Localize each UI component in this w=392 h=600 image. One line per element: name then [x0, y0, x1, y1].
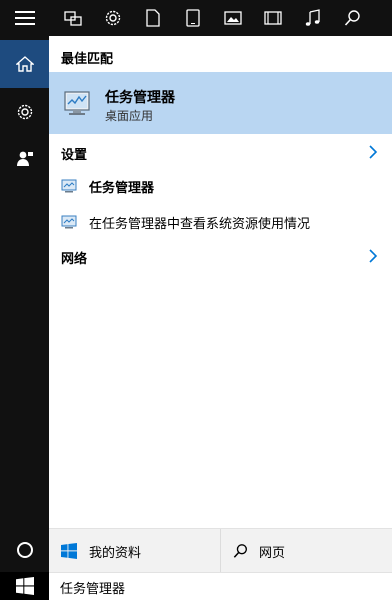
filter-music[interactable]	[293, 0, 333, 36]
filter-photos[interactable]	[213, 0, 253, 36]
settings-item-view-resources[interactable]: 在任务管理器中查看系统资源使用情况	[49, 204, 392, 240]
web-label: 网页	[259, 545, 286, 561]
left-rail	[0, 0, 49, 600]
chevron-right-icon[interactable]	[368, 249, 378, 263]
cortana-icon	[16, 542, 33, 558]
settings-heading: 设置	[61, 148, 88, 163]
my-stuff-label: 我的资料	[89, 545, 142, 561]
settings-item-label: 在任务管理器中查看系统资源使用情况	[89, 217, 311, 232]
filter-web[interactable]	[333, 0, 373, 36]
hamburger-icon	[14, 11, 35, 25]
bottom-bar: 我的资料 网页	[49, 528, 392, 573]
my-stuff-button[interactable]: 我的资料	[49, 529, 221, 573]
chevron-right-icon[interactable]	[368, 145, 378, 159]
filter-settings[interactable]	[93, 0, 133, 36]
video-icon	[264, 11, 282, 25]
search-box	[49, 572, 392, 600]
document-icon	[146, 9, 160, 27]
filter-folders[interactable]	[173, 0, 213, 36]
settings-item-label: 任务管理器	[89, 181, 155, 196]
windows-logo-icon	[15, 577, 34, 595]
web-search-button[interactable]: 网页	[221, 529, 392, 573]
best-match-item[interactable]: 任务管理器 桌面应用	[49, 72, 392, 134]
photo-icon	[224, 11, 242, 25]
task-manager-icon	[64, 91, 90, 115]
settings-item-task-manager[interactable]: 任务管理器	[49, 168, 392, 204]
best-match-subtitle: 桌面应用	[105, 109, 154, 123]
search-input[interactable]	[49, 573, 392, 600]
monitor-icon	[61, 215, 77, 229]
tablet-icon	[186, 9, 200, 27]
filter-apps[interactable]	[53, 0, 93, 36]
gear-icon	[17, 104, 32, 120]
menu-button[interactable]	[0, 0, 49, 36]
home-button[interactable]	[0, 40, 49, 88]
search-icon	[344, 10, 360, 26]
results-panel: 最佳匹配 任务管理器 桌面应用 设置 任务管理器 在任务管理器中查看系统资源使用…	[49, 40, 392, 528]
windows-logo-icon	[61, 543, 77, 559]
user-icon	[16, 151, 33, 166]
filter-documents[interactable]	[133, 0, 173, 36]
home-icon	[15, 56, 34, 72]
monitor-icon	[61, 179, 77, 193]
filter-bar	[49, 0, 392, 36]
filter-videos[interactable]	[253, 0, 293, 36]
apps-icon	[64, 11, 82, 26]
web-heading: 网络	[61, 252, 88, 267]
settings-button[interactable]	[0, 90, 49, 134]
gear-icon	[105, 10, 121, 26]
best-match-heading: 最佳匹配	[61, 52, 114, 67]
user-button[interactable]	[0, 136, 49, 180]
search-icon	[233, 544, 247, 558]
music-icon	[305, 9, 320, 26]
start-button[interactable]	[0, 572, 49, 600]
best-match-title: 任务管理器	[105, 90, 175, 106]
cortana-button[interactable]	[0, 530, 49, 570]
